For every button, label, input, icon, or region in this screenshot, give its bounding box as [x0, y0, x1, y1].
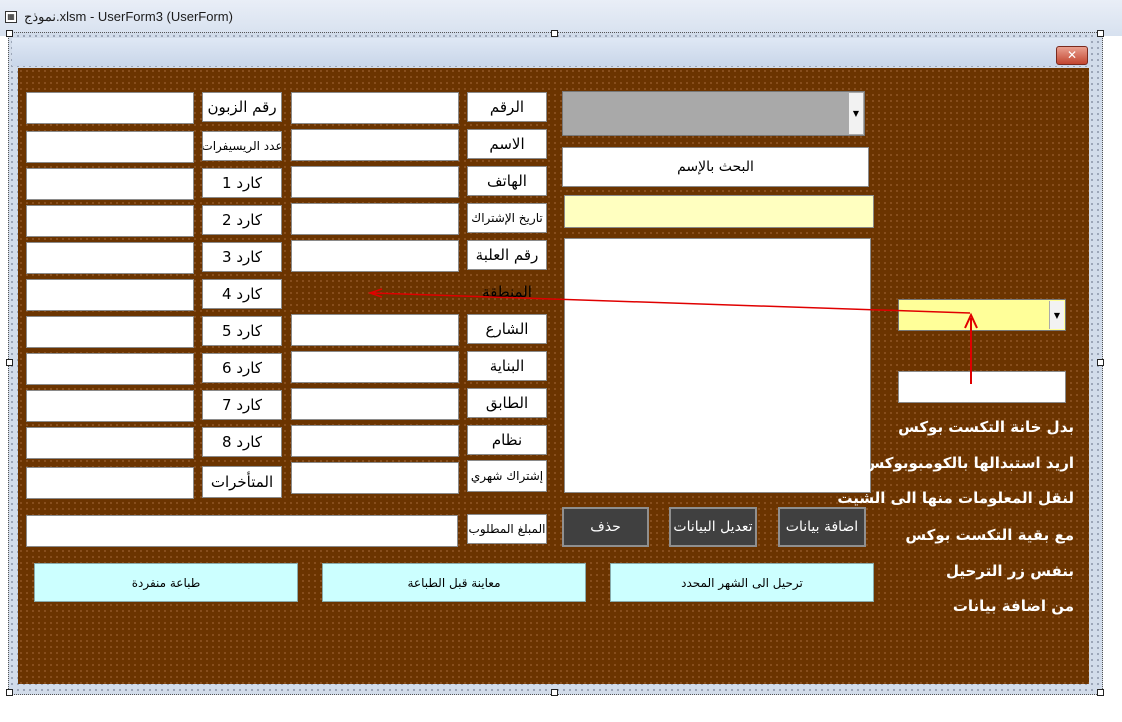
box-number-label: رقم العلبة	[467, 240, 547, 270]
note-line: بنفس زر الترحيل	[945, 562, 1074, 580]
phone-label: الهاتف	[467, 166, 547, 196]
card4-textbox[interactable]	[26, 279, 194, 311]
resize-handle[interactable]	[6, 30, 13, 37]
customer-number-label: رقم الزبون	[202, 92, 282, 122]
window-title: نموذج.xlsm - UserForm3 (UserForm)	[24, 9, 233, 24]
building-textbox[interactable]	[291, 351, 459, 383]
card6-textbox[interactable]	[26, 353, 194, 385]
add-data-button[interactable]: اضافة بيانات	[778, 507, 866, 547]
street-label: الشارع	[467, 314, 547, 344]
note-line: بدل خانة التكست بوكس	[898, 418, 1074, 436]
card2-textbox[interactable]	[26, 205, 194, 237]
print-single-button[interactable]: طباعة منفردة	[34, 563, 298, 602]
resize-handle[interactable]	[6, 359, 13, 366]
excel-icon: ▦	[5, 11, 17, 23]
floor-label: الطابق	[467, 388, 547, 418]
receivers-count-label: عدد الريسيفرات	[202, 131, 282, 161]
card7-label: كارد 7	[202, 390, 282, 420]
print-preview-button[interactable]: معاينة قبل الطباعة	[322, 563, 586, 602]
resize-handle[interactable]	[1097, 359, 1104, 366]
extra-textbox[interactable]	[898, 371, 1066, 403]
search-combobox[interactable]: ▼	[562, 91, 865, 136]
form-caption-bar	[12, 38, 1090, 66]
card2-label: كارد 2	[202, 205, 282, 235]
monthly-subscription-label: إشتراك شهري	[467, 460, 547, 492]
post-to-month-button[interactable]: ترحيل الى الشهر المحدد	[610, 563, 874, 602]
number-label: الرقم	[467, 92, 547, 122]
floor-textbox[interactable]	[291, 388, 459, 420]
card4-label: كارد 4	[202, 279, 282, 309]
subscription-date-label: تاريخ الإشتراك	[467, 203, 547, 233]
name-textbox[interactable]	[291, 129, 459, 161]
card3-label: كارد 3	[202, 242, 282, 272]
card5-label: كارد 5	[202, 316, 282, 346]
card3-textbox[interactable]	[26, 242, 194, 274]
monthly-subscription-textbox[interactable]	[291, 462, 459, 494]
customer-number-textbox[interactable]	[26, 92, 194, 124]
number-textbox[interactable]	[291, 92, 459, 124]
resize-handle[interactable]	[1097, 689, 1104, 696]
region-label: المنطقة	[482, 283, 532, 301]
note-line: اريد استبدالها بالكومبوبوكس	[863, 454, 1074, 472]
amount-due-textbox[interactable]	[26, 515, 458, 547]
edit-data-button[interactable]: تعديل البيانات	[669, 507, 757, 547]
window-title-bar: ▦ نموذج.xlsm - UserForm3 (UserForm)	[0, 0, 1122, 36]
note-line: لنقل المعلومات منها الى الشيت	[837, 489, 1074, 507]
card5-textbox[interactable]	[26, 316, 194, 348]
resize-handle[interactable]	[6, 689, 13, 696]
delete-button[interactable]: حذف	[562, 507, 649, 547]
amount-due-label: المبلغ المطلوب	[467, 514, 547, 544]
system-textbox[interactable]	[291, 425, 459, 457]
close-button[interactable]: ✕	[1056, 46, 1088, 65]
resize-handle[interactable]	[551, 689, 558, 696]
card1-textbox[interactable]	[26, 168, 194, 200]
resize-handle[interactable]	[551, 30, 558, 37]
region-combobox[interactable]: ▼	[898, 299, 1066, 331]
phone-textbox[interactable]	[291, 166, 459, 198]
card6-label: كارد 6	[202, 353, 282, 383]
results-listbox[interactable]	[564, 238, 871, 493]
arrears-label: المتأخرات	[202, 466, 282, 498]
building-label: البناية	[467, 351, 547, 381]
subscription-date-textbox[interactable]	[291, 203, 459, 235]
resize-handle[interactable]	[1097, 30, 1104, 37]
arrears-textbox[interactable]	[26, 467, 194, 499]
card8-textbox[interactable]	[26, 427, 194, 459]
yellow-textbox[interactable]	[564, 195, 874, 228]
dropdown-arrow-icon[interactable]: ▼	[1049, 301, 1064, 329]
note-line: مع بقية التكست بوكس	[905, 526, 1074, 544]
card8-label: كارد 8	[202, 427, 282, 457]
street-textbox[interactable]	[291, 314, 459, 346]
search-by-name-button[interactable]: البحث بالإسم	[562, 147, 869, 187]
receivers-count-textbox[interactable]	[26, 131, 194, 163]
note-line: من اضافة بيانات	[952, 597, 1074, 615]
box-number-textbox[interactable]	[291, 240, 459, 272]
name-label: الاسم	[467, 129, 547, 159]
card1-label: كارد 1	[202, 168, 282, 198]
dropdown-arrow-icon[interactable]: ▼	[848, 93, 863, 134]
card7-textbox[interactable]	[26, 390, 194, 422]
system-label: نظام	[467, 425, 547, 455]
